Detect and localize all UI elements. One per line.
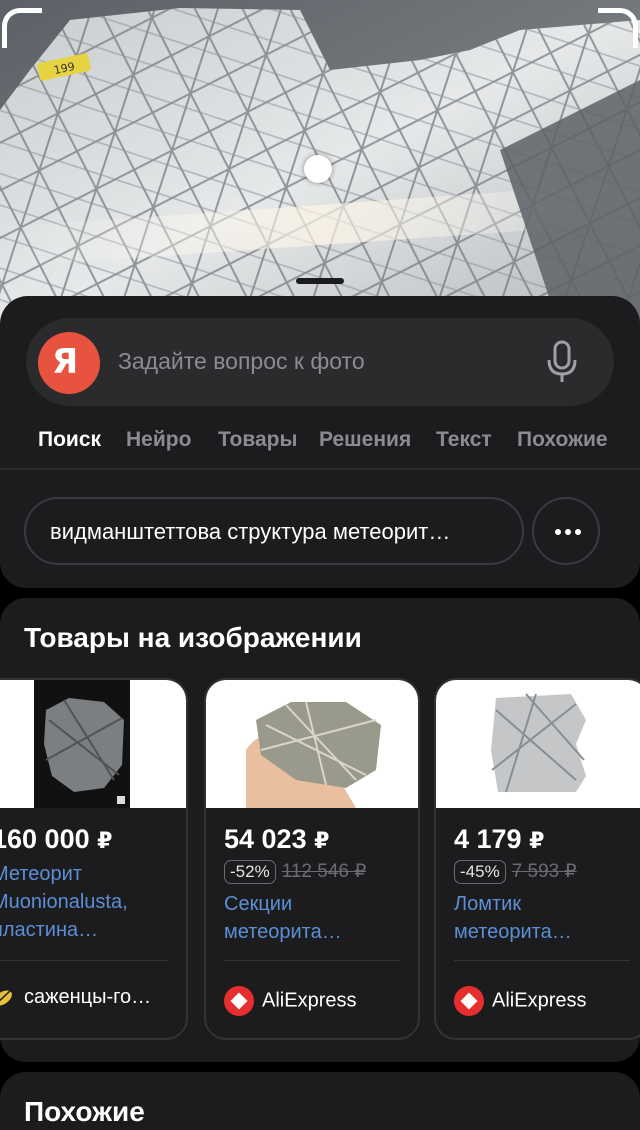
product-price: 160 000 ₽: [0, 824, 113, 854]
product-card[interactable]: 54 023 ₽ -52% 112 546 ₽ Секции метеорита……: [204, 678, 420, 1040]
more-button[interactable]: [532, 497, 600, 565]
product-image: [206, 680, 418, 808]
product-card[interactable]: 160 000 ₽ Метеорит Muonionalusta, пласти…: [0, 678, 188, 1040]
products-title: Товары на изображении: [24, 622, 362, 653]
crop-corner-top-left[interactable]: [2, 8, 42, 48]
product-title[interactable]: Ломтик метеорита…: [454, 890, 634, 946]
leaf-icon: [0, 990, 12, 1006]
tab-similar[interactable]: Похожие: [517, 428, 608, 452]
divider: [454, 960, 630, 961]
query-suggestion-chip[interactable]: видманштеттова структура метеорит…: [24, 497, 524, 565]
tab-solutions[interactable]: Решения: [319, 428, 411, 452]
search-tabs: Поиск Нейро Товары Решения Текст Похожие: [0, 424, 640, 470]
product-image: [0, 680, 186, 808]
mic-icon[interactable]: [544, 340, 580, 384]
similar-section: Похожие: [0, 1072, 640, 1130]
product-title[interactable]: Метеорит Muonionalusta, пластина…: [0, 860, 172, 944]
products-section: Товары на изображении 160 000 ₽ Метеорит…: [0, 598, 640, 1062]
query-photo[interactable]: 199: [0, 0, 640, 330]
tab-neuro[interactable]: Нейро: [126, 428, 191, 452]
product-image: [436, 680, 640, 808]
seller[interactable]: AliExpress: [224, 986, 356, 1016]
product-price: 4 179 ₽: [454, 824, 545, 854]
tab-goods[interactable]: Товары: [218, 428, 297, 452]
old-price: 7 593 ₽: [511, 861, 577, 882]
search-placeholder: Задайте вопрос к фото: [118, 348, 365, 374]
focus-point[interactable]: [304, 155, 332, 183]
product-title[interactable]: Секции метеорита…: [224, 890, 404, 946]
seller[interactable]: AliExpress: [454, 986, 586, 1016]
yandex-alice-icon[interactable]: Я: [38, 332, 100, 394]
search-input[interactable]: Я Задайте вопрос к фото: [26, 318, 614, 406]
similar-title: Похожие: [24, 1096, 145, 1127]
tab-search[interactable]: Поиск: [38, 428, 101, 452]
divider: [0, 960, 168, 961]
search-sheet: Я Задайте вопрос к фото Поиск Нейро Това…: [0, 296, 640, 588]
old-price-row: -52% 112 546 ₽: [224, 860, 366, 884]
divider: [224, 960, 400, 961]
sheet-drag-handle[interactable]: [296, 278, 344, 284]
aliexpress-icon: [224, 986, 254, 1016]
discount-badge: -45%: [454, 860, 506, 884]
query-suggestion-text: видманштеттова структура метеорит…: [50, 519, 451, 544]
crop-corner-top-right[interactable]: [598, 8, 638, 48]
product-card[interactable]: 4 179 ₽ -45% 7 593 ₽ Ломтик метеорита… Al…: [434, 678, 640, 1040]
old-price-row: -45% 7 593 ₽: [454, 860, 577, 884]
aliexpress-icon: [454, 986, 484, 1016]
seller[interactable]: саженцы-го…: [0, 986, 151, 1009]
discount-badge: -52%: [224, 860, 276, 884]
tab-text[interactable]: Текст: [436, 428, 492, 452]
product-price: 54 023 ₽: [224, 824, 330, 854]
old-price: 112 546 ₽: [281, 861, 367, 882]
alice-letter: Я: [52, 342, 79, 382]
